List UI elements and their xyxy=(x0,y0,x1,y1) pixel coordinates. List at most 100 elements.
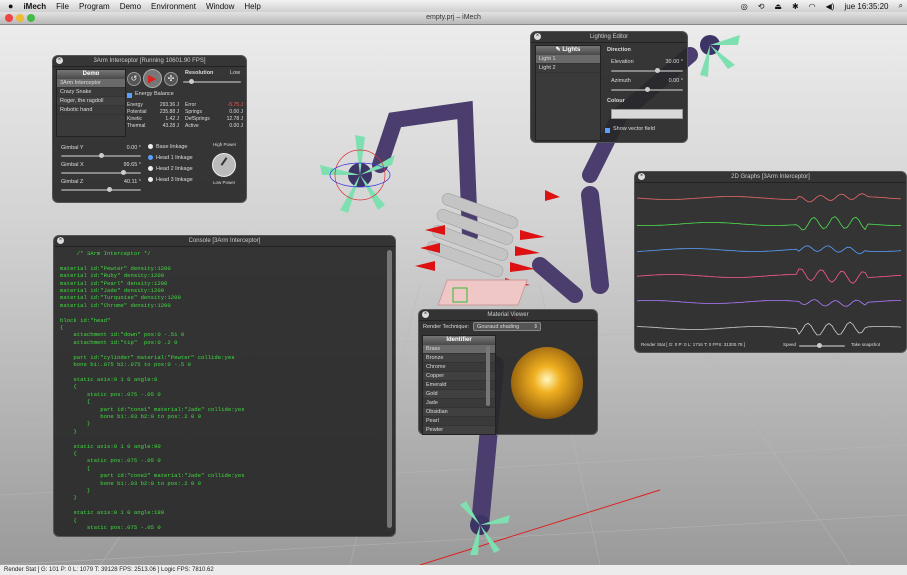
material-item[interactable]: Pewter xyxy=(423,426,495,434)
console-line: static pos:.075 -.05 0 xyxy=(60,457,161,465)
console-line: } xyxy=(60,420,91,428)
azimuth-slider[interactable] xyxy=(611,87,683,92)
graph-trace xyxy=(637,216,901,231)
stat-row: Potential 235.88 J Springs 0.00 J xyxy=(127,109,243,116)
demo-item[interactable]: Roger, the ragdoll xyxy=(57,97,125,106)
eject-icon[interactable]: ⏏ xyxy=(774,2,782,11)
gimbal-y-knob[interactable] xyxy=(99,153,104,158)
console-scrollbar[interactable] xyxy=(387,250,392,532)
wifi-icon[interactable]: ◠ xyxy=(809,2,816,11)
menu-window[interactable]: Window xyxy=(206,2,234,11)
identifier-header[interactable]: Identifier xyxy=(423,336,495,345)
speed-knob[interactable] xyxy=(817,343,822,348)
material-item[interactable]: Gold xyxy=(423,390,495,399)
console-line: } xyxy=(60,487,91,494)
menu-file[interactable]: File xyxy=(56,2,69,11)
menu-program[interactable]: Program xyxy=(79,2,110,11)
elevation-slider[interactable] xyxy=(611,68,683,73)
apple-icon[interactable]: ● xyxy=(8,1,13,11)
volume-icon[interactable]: ◀) xyxy=(826,2,835,11)
dial-pointer-icon xyxy=(220,157,228,166)
azimuth-knob[interactable] xyxy=(645,87,650,92)
console-line: attachment id:"tip" pos:0 .2 0 xyxy=(60,338,178,346)
time-machine-icon[interactable]: ◎ xyxy=(741,2,748,11)
light-item[interactable]: Light 1 xyxy=(536,55,600,64)
console-titlebar: × Console [3Arm Interceptor] xyxy=(54,236,395,247)
minimize-window-button[interactable] xyxy=(16,14,24,22)
demo-item[interactable]: Robotic hand xyxy=(57,106,125,115)
close-window-button[interactable] xyxy=(5,14,13,22)
spotlight-icon[interactable]: ⌕ xyxy=(899,1,903,11)
linkage-radio[interactable]: Base linkage xyxy=(148,144,210,155)
close-panel-button[interactable]: × xyxy=(57,237,64,244)
take-snapshot-button[interactable]: Take snapshot xyxy=(851,342,880,347)
menu-help[interactable]: Help xyxy=(244,2,260,11)
menu-demo[interactable]: Demo xyxy=(120,2,141,11)
menu-environment[interactable]: Environment xyxy=(151,2,196,11)
gimbal-z-slider[interactable] xyxy=(61,187,141,192)
resolution-slider-knob[interactable] xyxy=(189,79,194,84)
azimuth-label: Azimuth xyxy=(611,78,631,84)
close-panel-button[interactable]: × xyxy=(638,173,645,180)
resolution-slider[interactable] xyxy=(183,79,241,84)
render-technique-select[interactable]: Gouraud shading ⇕ xyxy=(473,322,541,331)
clock[interactable]: jue 16:35:20 xyxy=(844,2,888,11)
energy-balance-checkbox[interactable] xyxy=(127,93,132,98)
close-panel-button[interactable]: × xyxy=(422,311,429,318)
settings-button[interactable]: ✣ xyxy=(164,72,178,86)
console-line: bone b1:.075 b2:.075 to pos:0 -.5 0 xyxy=(60,361,191,369)
material-item[interactable]: Copper xyxy=(423,372,495,381)
lights-list-header[interactable]: ✎ Lights xyxy=(536,46,600,55)
elevation-knob[interactable] xyxy=(655,68,660,73)
material-preview-sphere xyxy=(511,347,583,419)
console-line: static axis:0 1 0 angle:0 xyxy=(60,375,158,383)
gimbal-z-knob[interactable] xyxy=(107,187,112,192)
material-item[interactable]: Jade xyxy=(423,399,495,408)
console-scroll-thumb[interactable] xyxy=(387,250,392,528)
colour-swatch[interactable] xyxy=(611,109,683,119)
material-item[interactable]: Chrome xyxy=(423,363,495,372)
resolution-low-label: Low xyxy=(230,70,241,76)
stat-value: 12.78 J xyxy=(226,116,243,122)
material-item[interactable]: Brass xyxy=(423,345,495,354)
linkage-radio[interactable]: Head 3 linkage xyxy=(148,177,210,188)
console-line: part id:"cone1" material:"Jade" collide:… xyxy=(60,405,245,413)
console-line: static pos:.075 -.05 0 xyxy=(60,390,161,398)
bluetooth-icon[interactable]: ✱ xyxy=(792,2,799,11)
close-panel-button[interactable]: × xyxy=(56,57,63,64)
material-item[interactable]: Bronze xyxy=(423,354,495,363)
zoom-window-button[interactable] xyxy=(27,14,35,22)
power-dial[interactable] xyxy=(212,153,236,177)
console-line: part id:"cylinder" material:"Pewter" col… xyxy=(60,353,235,361)
linkage-radio[interactable]: Head 2 linkage xyxy=(148,166,210,177)
material-scrollbar[interactable] xyxy=(486,346,490,406)
gimbal-x-slider[interactable] xyxy=(61,170,141,175)
console-line: static axis:0 1 0 angle:90 xyxy=(60,442,161,450)
console-text[interactable]: /* 3Arm Interceptor */ material id:"Pewt… xyxy=(60,250,382,531)
sync-icon[interactable]: ⟲ xyxy=(758,2,765,11)
graph-trace xyxy=(637,299,901,307)
material-item[interactable]: Obsidian xyxy=(423,408,495,417)
demo-item[interactable]: Crazy Snake xyxy=(57,88,125,97)
demo-item[interactable]: 3Arm Interceptor xyxy=(57,79,125,88)
record-button[interactable]: ▶ xyxy=(143,69,162,88)
material-item[interactable]: Pearl xyxy=(423,417,495,426)
material-item[interactable]: Emerald xyxy=(423,381,495,390)
close-panel-button[interactable]: × xyxy=(534,33,541,40)
radio-icon xyxy=(148,177,153,183)
graph-trace xyxy=(637,193,902,203)
show-vector-checkbox[interactable] xyxy=(605,128,610,133)
speed-slider[interactable] xyxy=(799,343,845,348)
linkage-options: Base linkage Head 1 linkage Head 2 linka… xyxy=(148,144,210,188)
app-menu[interactable]: iMech xyxy=(23,2,46,11)
3d-viewport[interactable]: × 3Arm Interceptor [Running 10601.90 FPS… xyxy=(0,25,907,565)
console-line: } xyxy=(60,427,77,435)
gimbal-y-slider[interactable] xyxy=(61,153,141,158)
reset-button[interactable]: ↺ xyxy=(127,72,141,86)
gimbal-x-knob[interactable] xyxy=(121,170,126,175)
light-item[interactable]: Light 2 xyxy=(536,64,600,73)
linkage-radio[interactable]: Head 1 linkage xyxy=(148,155,210,166)
demo-list-header[interactable]: Demo xyxy=(57,70,125,79)
